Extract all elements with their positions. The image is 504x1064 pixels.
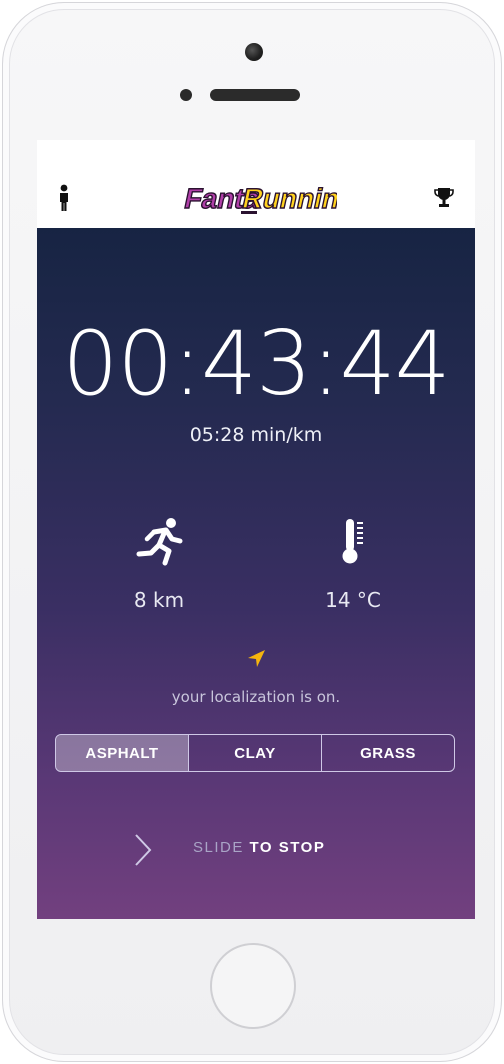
app-screen: Fanta Running 00:43:44 05:28 min/km 8 km…	[37, 140, 475, 919]
slide-to-stop[interactable]: SLIDE TO STOP	[37, 824, 475, 874]
localization-status: your localization is on.	[171, 688, 341, 706]
location-arrow-icon	[248, 650, 265, 667]
phone-frame: Fanta Running 00:43:44 05:28 min/km 8 km…	[2, 2, 502, 1062]
runner-icon	[136, 518, 183, 566]
logo-text-running: Running	[240, 182, 337, 214]
person-icon[interactable]	[57, 184, 71, 212]
elapsed-time: 00:43:44	[62, 312, 450, 415]
run-tracker-panel: 00:43:44 05:28 min/km 8 km 14 °C your lo…	[37, 228, 475, 919]
slide-label-emphasis: TO STOP	[249, 839, 326, 856]
front-camera	[245, 43, 263, 61]
surface-option-asphalt[interactable]: ASPHALT	[56, 735, 189, 771]
distance-value: 8 km	[133, 588, 185, 612]
distance-stat: 8 km	[79, 516, 239, 612]
thermometer-icon	[342, 519, 363, 564]
trophy-icon[interactable]	[433, 186, 455, 210]
slide-to-stop-label: SLIDE TO STOP	[193, 839, 325, 856]
home-button[interactable]	[210, 943, 296, 1029]
earpiece-speaker	[210, 89, 300, 101]
chevron-right-icon[interactable]	[133, 832, 153, 868]
slide-label-prefix: SLIDE	[193, 839, 244, 856]
surface-selector: ASPHALT CLAY GRASS	[55, 734, 455, 772]
surface-option-clay[interactable]: CLAY	[189, 735, 322, 771]
temperature-value: 14 °C	[325, 588, 381, 612]
temperature-stat: 14 °C	[273, 516, 433, 612]
proximity-sensor	[180, 89, 192, 101]
app-header: Fanta Running	[37, 140, 475, 228]
surface-option-grass[interactable]: GRASS	[322, 735, 454, 771]
pace-readout: 05:28 min/km	[189, 424, 323, 446]
fantarunning-logo: Fanta Running	[181, 182, 337, 215]
